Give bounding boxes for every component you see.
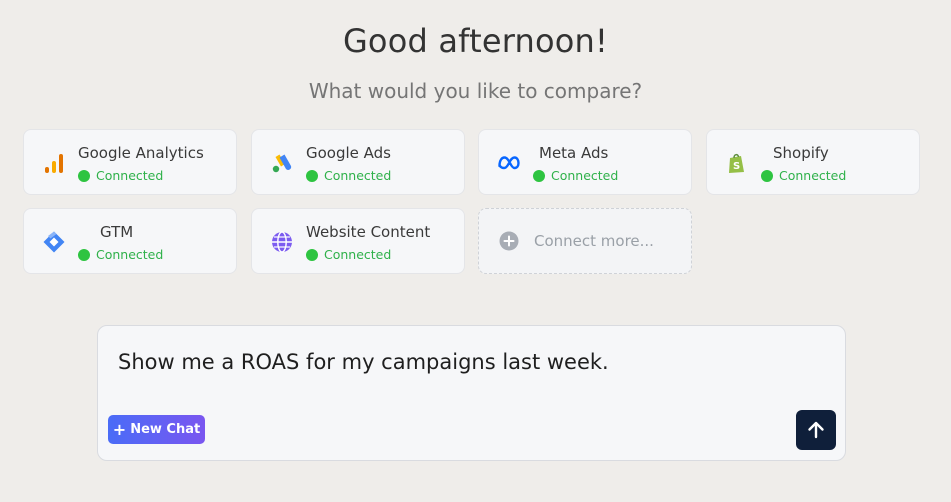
status-label: Connected	[324, 168, 392, 183]
google-ads-icon	[272, 154, 292, 173]
shopify-icon: S	[729, 153, 744, 173]
status-badge: Connected	[78, 247, 163, 262]
status-dot	[306, 169, 318, 182]
connect-more-label: Connect more...	[534, 232, 654, 250]
integration-card-gtm[interactable]: GTM Connected	[23, 208, 237, 274]
send-button[interactable]	[796, 410, 836, 450]
google-analytics-icon	[45, 154, 63, 173]
svg-text:S: S	[733, 161, 740, 172]
integration-name: GTM	[100, 223, 134, 241]
prompt-input[interactable]: Show me a ROAS for my campaigns last wee…	[118, 350, 609, 374]
status-dot	[761, 169, 773, 182]
status-badge: Connected	[306, 168, 391, 183]
chat-composer[interactable]: Show me a ROAS for my campaigns last wee…	[97, 325, 846, 461]
new-chat-label: New Chat	[130, 422, 201, 437]
status-badge: Connected	[78, 168, 163, 183]
status-label: Connected	[96, 247, 164, 262]
globe-icon	[272, 231, 292, 253]
page-subtitle: What would you like to compare?	[308, 79, 643, 103]
status-dot	[306, 248, 318, 261]
new-chat-button[interactable]: + New Chat	[108, 415, 205, 444]
arrow-up-icon	[808, 421, 824, 439]
integration-name: Google Analytics	[78, 144, 204, 162]
plus-icon: +	[112, 419, 127, 439]
integration-card-meta-ads[interactable]: Meta Ads Connected	[478, 129, 692, 195]
status-label: Connected	[96, 168, 164, 183]
integration-name: Website Content	[306, 223, 431, 241]
status-label: Connected	[551, 168, 619, 183]
integration-card-website-content[interactable]: Website Content Connected	[251, 208, 465, 274]
integration-card-google-analytics[interactable]: Google Analytics Connected	[23, 129, 237, 195]
integration-card-google-ads[interactable]: Google Ads Connected	[251, 129, 465, 195]
status-badge: Connected	[761, 168, 846, 183]
status-dot	[533, 169, 545, 182]
gtm-icon	[43, 231, 65, 253]
integration-name: Meta Ads	[539, 144, 609, 162]
meta-icon	[498, 156, 520, 170]
integration-name: Shopify	[773, 144, 829, 162]
status-dot	[78, 248, 90, 261]
integration-card-shopify[interactable]: S Shopify Connected	[706, 129, 920, 195]
status-dot	[78, 169, 90, 182]
integration-name: Google Ads	[306, 144, 391, 162]
status-label: Connected	[779, 168, 847, 183]
status-badge: Connected	[533, 168, 618, 183]
connect-more-card[interactable]: Connect more...	[478, 208, 692, 274]
status-label: Connected	[324, 247, 392, 262]
page-title: Good afternoon!	[342, 22, 609, 60]
status-badge: Connected	[306, 247, 391, 262]
plus-circle-icon	[499, 231, 519, 251]
